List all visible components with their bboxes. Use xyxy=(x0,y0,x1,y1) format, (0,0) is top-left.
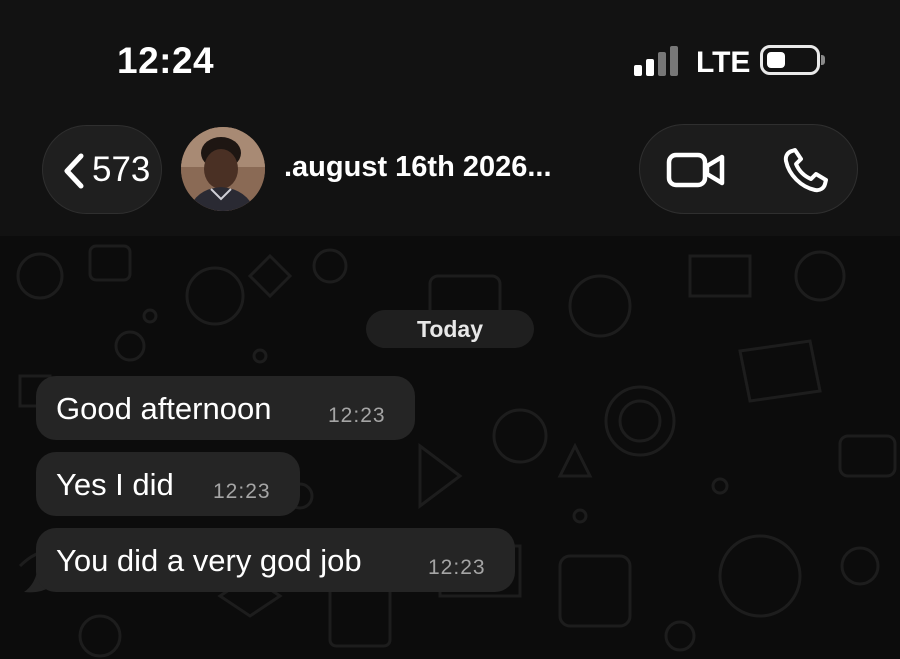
message-text: Yes I did xyxy=(56,467,174,502)
message-text: You did a very god job xyxy=(56,543,362,578)
message-bubble[interactable]: Yes I did 12:23 xyxy=(36,452,300,516)
avatar-image xyxy=(181,127,265,211)
chat-area[interactable]: Today Good afternoon 12:23 Yes I did 12:… xyxy=(0,236,900,659)
unread-count: 573 xyxy=(92,150,151,189)
call-buttons-group xyxy=(639,124,858,214)
message-time: 12:23 xyxy=(428,556,486,579)
chat-wallpaper xyxy=(16,244,897,658)
phone-icon[interactable] xyxy=(782,147,830,193)
message-time: 12:23 xyxy=(328,404,386,427)
cellular-signal-icon xyxy=(634,46,680,76)
battery-icon xyxy=(760,45,820,75)
message-text: Good afternoon xyxy=(56,391,272,426)
back-button[interactable]: 573 xyxy=(42,125,162,214)
contact-avatar[interactable] xyxy=(181,127,265,211)
contact-name[interactable]: .august 16th 2026... xyxy=(284,151,604,184)
chat-header: 12:24 LTE 573 .august 16th 2026... xyxy=(0,0,900,236)
message-time: 12:23 xyxy=(213,480,271,503)
battery-tip xyxy=(821,55,825,65)
chevron-left-icon xyxy=(64,153,84,189)
video-camera-icon[interactable] xyxy=(666,149,726,191)
message-bubble[interactable]: You did a very god job 12:23 xyxy=(36,528,515,592)
status-time: 12:24 xyxy=(117,40,215,81)
network-type: LTE xyxy=(696,46,751,79)
date-separator: Today xyxy=(366,310,534,348)
message-bubble[interactable]: Good afternoon 12:23 xyxy=(36,376,415,440)
status-bar: 12:24 LTE xyxy=(0,0,900,110)
